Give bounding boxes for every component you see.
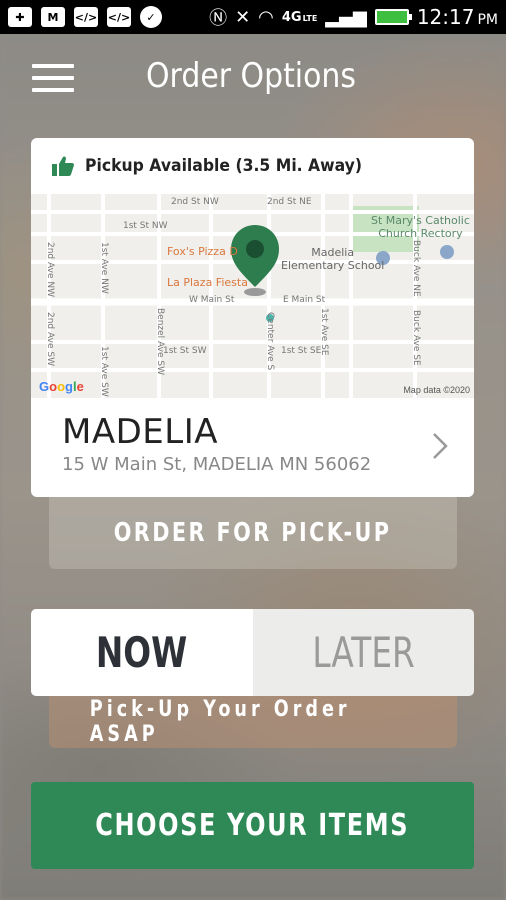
choose-items-button[interactable]: CHOOSE YOUR ITEMS	[31, 782, 474, 869]
map-street-label: 1st St SE	[281, 346, 322, 356]
map-street-label: 2nd Ave NW	[45, 242, 55, 297]
battery-icon	[374, 9, 412, 25]
map-street-label: Benzel Ave SW	[155, 308, 165, 376]
toggle-later[interactable]: LATER	[252, 609, 474, 696]
nfc-icon: Ⓝ	[209, 8, 228, 29]
map-street-label: Buck Ave NE	[411, 240, 421, 297]
map-street-label: 2nd Ave SW	[45, 312, 55, 366]
wifi-icon: ◠	[258, 6, 274, 28]
thumbs-up-icon	[52, 156, 74, 176]
store-info[interactable]: MADELIA 15 W Main St, MADELIA MN 56062	[31, 398, 474, 497]
store-name: MADELIA	[62, 412, 218, 452]
map-attribution: Map data ©2020	[403, 385, 470, 395]
map-street-label: 1st St NW	[123, 221, 168, 231]
asap-caption: Pick-Up Your Order ASAP	[49, 696, 457, 748]
hamburger-menu-icon[interactable]	[32, 64, 74, 92]
notification-icons: ✚ M </> </> ✓	[8, 6, 162, 28]
toggle-now[interactable]: NOW	[31, 609, 253, 696]
chevron-right-icon[interactable]	[432, 432, 448, 460]
network-type: 4GLTE	[281, 9, 318, 25]
google-logo: Google	[39, 379, 84, 394]
status-bar: ✚ M </> </> ✓ Ⓝ ✕ ◠ 4GLTE ▂▄▆ 12:17 PM	[0, 0, 506, 34]
code-icon: </>	[107, 7, 131, 27]
code-icon: </>	[74, 7, 98, 27]
map-street-label: E Main St	[283, 295, 326, 305]
clock: 12:17 PM	[416, 5, 498, 29]
signal-icon: ▂▄▆	[325, 6, 367, 28]
pickup-time-toggle: NOW LATER	[31, 609, 474, 696]
page-title: Order Options	[146, 56, 356, 96]
store-map[interactable]: 2nd St NW 2nd St NE 1st St NW W Main St …	[31, 194, 474, 398]
store-address: 15 W Main St, MADELIA MN 56062	[62, 454, 372, 475]
pickup-status-row: Pickup Available (3.5 Mi. Away)	[31, 138, 474, 194]
map-street-label: 1st Ave SE	[319, 308, 329, 356]
map-poi-label[interactable]: Madelia Elementary School	[281, 246, 384, 272]
gmail-icon: M	[41, 7, 65, 27]
order-for-pickup-button[interactable]: ORDER FOR PICK-UP	[49, 497, 457, 569]
store-card[interactable]: Pickup Available (3.5 Mi. Away) 2nd St N…	[31, 138, 474, 497]
map-street-label: 1st Ave SW	[99, 346, 109, 397]
map-poi-label[interactable]: La Plaza Fiesta	[167, 276, 248, 289]
map-street-label: 2nd St NW	[171, 197, 219, 207]
map-street-label: 1st St SW	[163, 346, 207, 356]
map-poi-label[interactable]: Fox's Pizza D	[167, 245, 238, 258]
pickup-status-text: Pickup Available (3.5 Mi. Away)	[85, 156, 363, 176]
map-street-label: Buck Ave SE	[411, 310, 421, 366]
system-icons: Ⓝ ✕ ◠ 4GLTE ▂▄▆ 12:17 PM	[209, 4, 498, 30]
add-icon: ✚	[8, 7, 32, 27]
mute-icon: ✕	[235, 6, 251, 28]
map-street-label: W Main St	[189, 295, 235, 305]
map-street-label: 2nd St NE	[267, 197, 312, 207]
map-street-label: 1st Ave NW	[99, 242, 109, 294]
map-poi-label[interactable]: St Mary's Catholic Church Rectory	[371, 214, 470, 240]
app-header: Order Options	[0, 34, 506, 124]
messenger-icon: ✓	[140, 6, 162, 28]
map-street-label: Center Ave S	[265, 312, 275, 371]
